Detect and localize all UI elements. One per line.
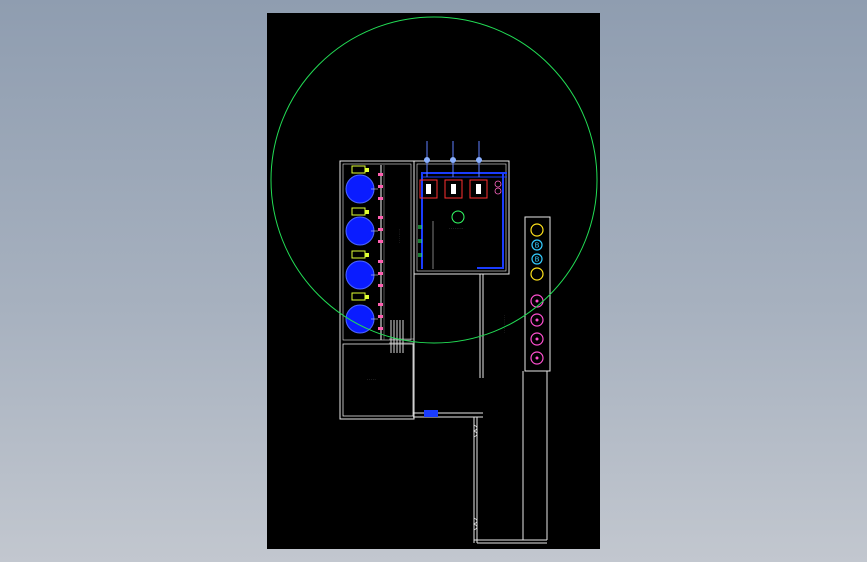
pipe-bundle <box>389 320 414 353</box>
tank-room-label: . . . . . . . . <box>397 229 401 243</box>
yellow-marker <box>530 267 544 281</box>
basement-room <box>342 343 414 417</box>
pump-room-outline <box>413 160 510 275</box>
yellow-marker <box>530 223 544 237</box>
access-corridor <box>473 371 548 544</box>
tank-equipment-box <box>365 253 369 257</box>
basement-room-label: . . . . . <box>367 377 376 381</box>
storage-tank <box>345 174 375 204</box>
tank-equipment-box <box>365 295 369 299</box>
corridor-walls <box>413 274 484 418</box>
tank-equipment-box <box>351 207 366 216</box>
storage-tank <box>345 304 375 334</box>
tank-equipment-box <box>365 168 369 172</box>
cad-floor-plan: . . . . . . . . . . . . . . . . . . . . … <box>270 16 598 544</box>
tank-equipment-box <box>351 250 366 259</box>
riser-valve <box>450 157 456 163</box>
tank-equipment-box <box>351 292 366 301</box>
drawing-sheet: . . . . . . . . . . . . . . . . . . . . … <box>267 13 600 549</box>
fittings <box>494 180 502 195</box>
storage-tank <box>345 260 375 290</box>
tank-equipment-box <box>365 210 369 214</box>
corridor-door <box>424 410 438 417</box>
pump-units <box>419 179 488 199</box>
floor-drain <box>451 210 465 224</box>
riser-valve <box>476 157 482 163</box>
pump-room-label: . . . . . . . . <box>449 226 463 230</box>
marker-symbols: B B <box>530 223 544 365</box>
storage-tank <box>345 216 375 246</box>
cyan-marker-letter: B <box>535 256 540 264</box>
pump-room-piping <box>421 172 507 269</box>
corridor-label: . . . . . . . . . . <box>502 315 506 333</box>
storage-tanks <box>345 165 375 334</box>
riser-valve <box>424 157 430 163</box>
control-cabinets <box>418 225 422 257</box>
cyan-marker-letter: B <box>535 242 540 250</box>
tank-equipment-box <box>351 165 366 174</box>
